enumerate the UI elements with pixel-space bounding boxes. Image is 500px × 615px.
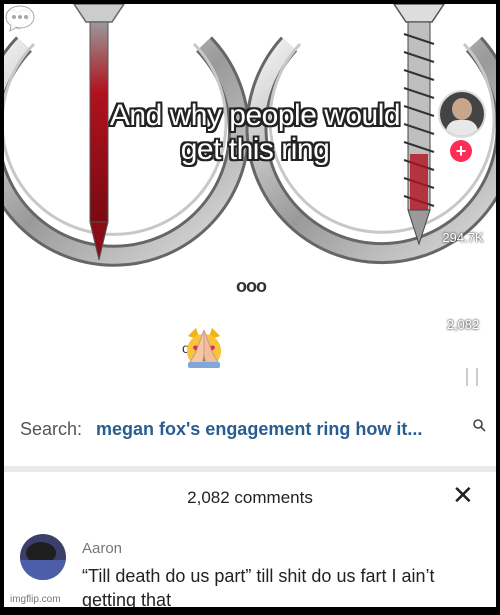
comment-text: “Till death do us part” till shit do us … bbox=[82, 566, 435, 607]
video-caption: And why people would get this ring bbox=[70, 99, 440, 167]
side-rail-indicator bbox=[464, 368, 480, 388]
search-icon[interactable] bbox=[472, 418, 486, 432]
comment-count: 2,082 bbox=[446, 317, 480, 332]
search-query-link[interactable]: megan fox's engagement ring how it... bbox=[96, 419, 422, 440]
search-suggestion-bar[interactable]: Search: megan fox's engagement ring how … bbox=[4, 402, 496, 454]
folded-hands-icon bbox=[188, 329, 220, 368]
video-frame[interactable]: And why people would get this ring + 294… bbox=[4, 4, 496, 394]
avatar-blanket bbox=[20, 560, 66, 580]
creator-avatar[interactable] bbox=[438, 90, 486, 138]
search-label: Search: bbox=[20, 419, 83, 439]
comment-author[interactable]: Aaron bbox=[82, 540, 122, 557]
close-icon[interactable]: ✕ bbox=[452, 482, 474, 508]
emoji-row: o bbox=[182, 326, 221, 370]
comments-title: 2,082 comments bbox=[187, 488, 313, 507]
comment-icon[interactable] bbox=[4, 4, 36, 32]
commenter-avatar[interactable] bbox=[20, 534, 66, 580]
follow-plus-icon[interactable]: + bbox=[450, 140, 472, 162]
screenshot-frame: And why people would get this ring + 294… bbox=[4, 4, 496, 607]
caption-line-1: And why people would bbox=[109, 99, 401, 132]
comments-sheet: 2,082 comments ✕ Aaron “Till death do us… bbox=[4, 472, 496, 607]
avatar-body bbox=[446, 120, 478, 136]
imgflip-watermark: imgflip.com bbox=[10, 594, 61, 605]
caption-line-2: get this ring bbox=[180, 133, 330, 166]
like-count: 294.7K bbox=[442, 230, 484, 245]
avatar-head bbox=[452, 98, 472, 120]
rings-illustration bbox=[4, 4, 496, 267]
dots-text: ooo bbox=[236, 276, 267, 296]
